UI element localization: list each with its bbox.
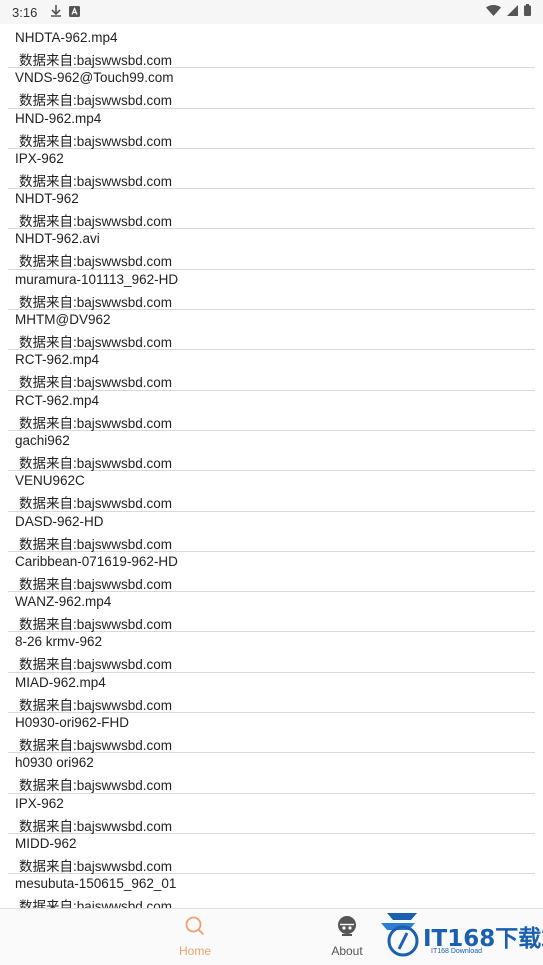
list-item-title: muramura-101113_962-HD xyxy=(15,271,179,287)
download-icon xyxy=(51,5,62,19)
list-item-title: VNDS-962@Touch99.com xyxy=(15,70,174,86)
list-item-source: 数据来自:bajswwsbd.com xyxy=(19,173,173,189)
list-item[interactable]: MIAD-962.mp4 数据来自:bajswwsbd.com xyxy=(8,673,535,714)
list-item-source: 数据来自:bajswwsbd.com xyxy=(19,657,173,673)
list-item-source: 数据来自:bajswwsbd.com xyxy=(19,697,173,713)
list-item-title: IPX-962 xyxy=(15,150,64,166)
list-item-title: NHDT-962.avi xyxy=(15,231,100,247)
list-item-source: 数据来自:bajswwsbd.com xyxy=(19,858,173,874)
list-item-source: 数据来自:bajswwsbd.com xyxy=(19,818,173,834)
watermark-logo-icon xyxy=(379,911,427,964)
list-item-title: mesubuta-150615_962_01 xyxy=(15,876,177,892)
list-item-title: MHTM@DV962 xyxy=(15,312,111,328)
list-item-title: NHDT-962 xyxy=(15,191,79,207)
list-item-source: 数据来自:bajswwsbd.com xyxy=(19,455,173,471)
list-item-source: 数据来自:bajswwsbd.com xyxy=(19,778,173,794)
list-item-source: 数据来自:bajswwsbd.com xyxy=(19,617,173,633)
list-item[interactable]: RCT-962.mp4 数据来自:bajswwsbd.com xyxy=(8,350,535,391)
list-item-source: 数据来自:bajswwsbd.com xyxy=(19,53,173,68)
list-item-title: Caribbean-071619-962-HD xyxy=(15,553,178,569)
app-notification-icon xyxy=(69,5,81,19)
list-item[interactable]: NHDT-962.avi 数据来自:bajswwsbd.com xyxy=(8,229,535,270)
list-item-source: 数据来自:bajswwsbd.com xyxy=(19,899,173,908)
list-item-title: H0930-ori962-FHD xyxy=(15,715,130,731)
list-item[interactable]: IPX-962 数据来自:bajswwsbd.com xyxy=(8,794,535,834)
list-item-source: 数据来自:bajswwsbd.com xyxy=(19,93,173,109)
list-item-title: gachi962 xyxy=(15,432,70,448)
list-item[interactable]: h0930 ori962 数据来自:bajswwsbd.com xyxy=(8,753,535,794)
list-item-source: 数据来自:bajswwsbd.com xyxy=(19,375,173,391)
watermark: IT168下载站 IT168 Download xyxy=(379,907,543,964)
list-item-title: h0930 ori962 xyxy=(15,755,94,771)
list-item[interactable]: VNDS-962@Touch99.com 数据来自:bajswwsbd.com xyxy=(8,68,535,109)
list-item[interactable]: HND-962.mp4 数据来自:bajswwsbd.com xyxy=(8,109,535,149)
list-item[interactable]: 8-26 krmv-962 数据来自:bajswwsbd.com xyxy=(8,632,535,673)
list-item-title: RCT-962.mp4 xyxy=(15,392,100,408)
list-item-title: WANZ-962.mp4 xyxy=(15,594,112,610)
list-item-title: HND-962.mp4 xyxy=(15,110,102,126)
list-item[interactable]: mesubuta-150615_962_01 数据来自:bajswwsbd.com xyxy=(8,874,535,908)
list-item-source: 数据来自:bajswwsbd.com xyxy=(19,496,173,512)
list-item[interactable]: gachi962 数据来自:bajswwsbd.com xyxy=(8,431,535,472)
result-list[interactable]: NHDTA-962.mp4 数据来自:bajswwsbd.com VNDS-962@… xyxy=(0,28,543,908)
list-item-title: MIDD-962 xyxy=(15,835,77,851)
list-item-source: 数据来自:bajswwsbd.com xyxy=(19,335,173,351)
list-item-source: 数据来自:bajswwsbd.com xyxy=(19,576,173,592)
list-item[interactable]: NHDTA-962.mp4 数据来自:bajswwsbd.com xyxy=(8,28,535,69)
list-item-title: IPX-962 xyxy=(15,795,64,811)
list-item[interactable]: muramura-101113_962-HD 数据来自:bajswwsbd.com xyxy=(8,270,535,311)
list-item-source: 数据来自:bajswwsbd.com xyxy=(19,133,173,149)
list-item-source: 数据来自:bajswwsbd.com xyxy=(19,214,173,230)
list-item[interactable]: H0930-ori962-FHD 数据来自:bajswwsbd.com xyxy=(8,713,535,754)
list-item-source: 数据来自:bajswwsbd.com xyxy=(19,254,173,270)
list-item[interactable]: NHDT-962 数据来自:bajswwsbd.com xyxy=(8,189,535,230)
bottom-nav: Home About IT168下载站 IT168 Download xyxy=(0,908,543,965)
list-item[interactable]: RCT-962.mp4 数据来自:bajswwsbd.com xyxy=(8,391,535,431)
list-item[interactable]: MIDD-962 数据来自:bajswwsbd.com xyxy=(8,834,535,875)
list-item-title: MIAD-962.mp4 xyxy=(15,674,106,690)
list-item-source: 数据来自:bajswwsbd.com xyxy=(19,738,173,754)
list-item-title: NHDTA-962.mp4 xyxy=(15,30,118,45)
list-item[interactable]: MHTM@DV962 数据来自:bajswwsbd.com xyxy=(8,310,535,351)
list-item-source: 数据来自:bajswwsbd.com xyxy=(19,536,173,552)
profile-icon xyxy=(336,916,358,941)
list-item-title: RCT-962.mp4 xyxy=(15,352,100,368)
list-item-title: 8-26 krmv-962 xyxy=(15,634,103,650)
list-item-source: 数据来自:bajswwsbd.com xyxy=(19,415,173,431)
list-item[interactable]: WANZ-962.mp4 数据来自:bajswwsbd.com xyxy=(8,592,535,633)
list-item[interactable]: IPX-962 数据来自:bajswwsbd.com xyxy=(8,149,535,190)
status-time: 3:16 xyxy=(12,4,38,20)
status-bar: 3:16 xyxy=(0,0,543,24)
watermark-subtext: IT168 Download xyxy=(431,948,482,955)
nav-home-label: Home xyxy=(178,944,211,958)
list-item[interactable]: VENU962C 数据来自:bajswwsbd.com xyxy=(8,471,535,512)
list-item[interactable]: Caribbean-071619-962-HD 数据来自:bajswwsbd.co… xyxy=(8,552,535,593)
nav-home[interactable]: Home xyxy=(150,915,240,958)
wifi-icon xyxy=(486,3,501,21)
battery-icon xyxy=(524,3,531,21)
list-item-title: DASD-962-HD xyxy=(15,513,104,529)
status-right xyxy=(486,3,531,21)
search-icon xyxy=(184,916,206,941)
signal-icon xyxy=(507,3,518,21)
list-item-title: VENU962C xyxy=(15,473,85,489)
list-item[interactable]: DASD-962-HD 数据来自:bajswwsbd.com xyxy=(8,512,535,552)
list-item-source: 数据来自:bajswwsbd.com xyxy=(19,294,173,310)
